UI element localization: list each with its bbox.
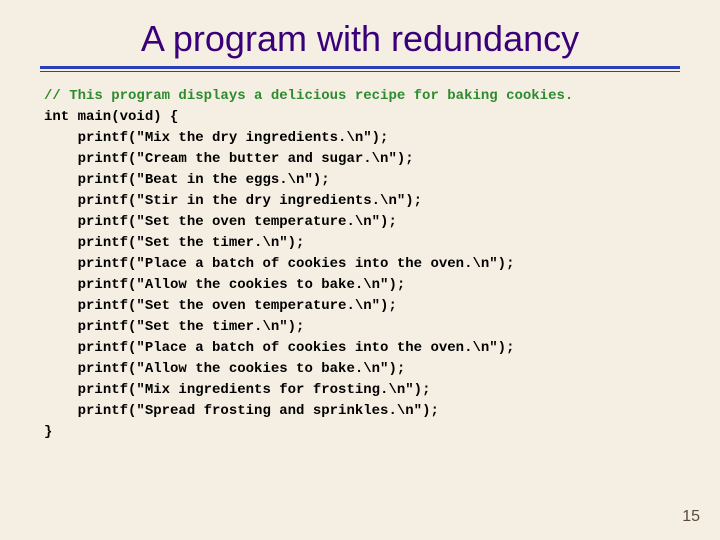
code-line: printf("Allow the cookies to bake.\n"); <box>78 277 406 293</box>
code-line: printf("Place a batch of cookies into th… <box>78 256 515 272</box>
code-line: printf("Stir in the dry ingredients.\n")… <box>78 193 422 209</box>
code-line: printf("Set the timer.\n"); <box>78 235 305 251</box>
code-line: printf("Cream the butter and sugar.\n"); <box>78 151 414 167</box>
page-number: 15 <box>682 508 700 526</box>
code-line: printf("Set the timer.\n"); <box>78 319 305 335</box>
code-line: printf("Allow the cookies to bake.\n"); <box>78 361 406 377</box>
code-line: printf("Place a batch of cookies into th… <box>78 340 515 356</box>
code-line: printf("Mix the dry ingredients.\n"); <box>78 130 389 146</box>
code-line: printf("Mix ingredients for frosting.\n"… <box>78 382 431 398</box>
code-comment: // This program displays a delicious rec… <box>44 88 573 104</box>
code-line: printf("Set the oven temperature.\n"); <box>78 298 397 314</box>
code-line: printf("Set the oven temperature.\n"); <box>78 214 397 230</box>
code-line: printf("Spread frosting and sprinkles.\n… <box>78 403 439 419</box>
slide-title: A program with redundancy <box>0 0 720 66</box>
code-close: } <box>44 424 52 440</box>
code-block: // This program displays a delicious rec… <box>0 72 720 443</box>
slide: A program with redundancy // This progra… <box>0 0 720 540</box>
code-signature: int main(void) { <box>44 109 178 125</box>
code-line: printf("Beat in the eggs.\n"); <box>78 172 330 188</box>
